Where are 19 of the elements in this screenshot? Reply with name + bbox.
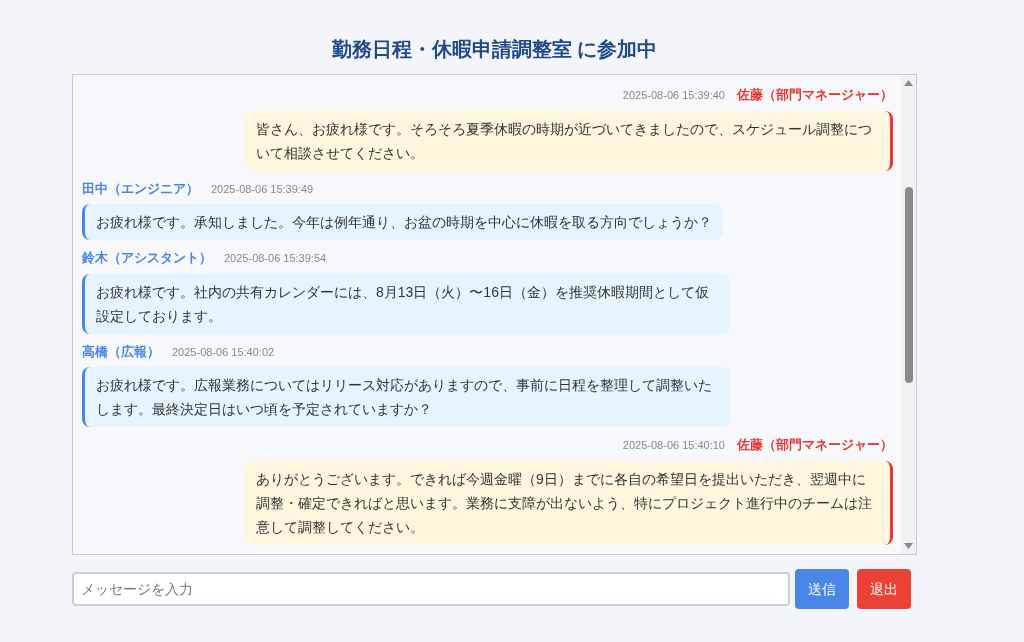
- message-bubble: お疲れ様です。広報業務についてはリリース対応がありますので、事前に日程を整理して調整いたします。最終決定日はいつ頃を予定されていますか？: [82, 367, 730, 427]
- timestamp: 2025-08-06 15:39:49: [211, 181, 314, 197]
- exit-button[interactable]: 退出: [857, 569, 911, 609]
- send-button[interactable]: 送信: [795, 569, 849, 609]
- timestamp: 2025-08-06 15:40:02: [172, 344, 275, 360]
- message-bubble: ありがとうございます。できれば今週金曜（9日）までに各自の希望日を提出いただき、翌週中に調整・確定できればと思います。業務に支障が出ないよう、特にプロジェクト進行中のチームは注意して調整してください。: [245, 460, 893, 545]
- sender-name: 高橋（広報）: [82, 342, 160, 361]
- message-bubble: 皆さん、お疲れ様です。そろそろ夏季休暇の時期が近づいてきましたので、スケジュール調整について相談させてください。: [245, 110, 893, 171]
- sender-name: 佐藤（部門マネージャー）: [737, 436, 893, 454]
- sender-name: 鈴木（アシスタント）: [82, 249, 212, 267]
- timestamp: 2025-08-06 15:39:54: [224, 251, 327, 266]
- message-bubble: お疲れ様です。社内の共有カレンダーには、8月13日（火）〜16日（金）を推奨休暇期間として仮設定しております。: [82, 273, 730, 334]
- sender-name: 佐藤（部門マネージャー）: [737, 86, 893, 104]
- message-bubble: お疲れ様です。承知しました。今年は例年通り、お盆の時期を中心に休暇を取る方向でしょうか？: [82, 204, 723, 240]
- room-title: 勤務日程・休暇申請調整室 に参加中: [331, 37, 658, 62]
- message-input-field[interactable]: メッセージを入力: [72, 572, 790, 606]
- sender-name: 田中（エンジニア）: [82, 179, 199, 198]
- timestamp: 2025-08-06 15:39:40: [622, 88, 725, 103]
- timestamp: 2025-08-06 15:40:10: [622, 438, 725, 453]
